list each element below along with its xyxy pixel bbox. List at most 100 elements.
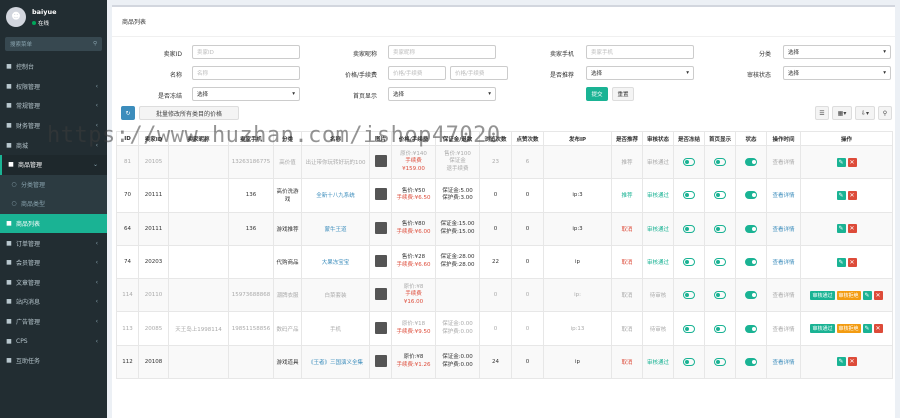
goods-thumbnail[interactable]	[374, 155, 387, 168]
freeze-toggle[interactable]	[683, 324, 695, 333]
goods-thumbnail[interactable]	[374, 354, 387, 367]
trash-icon[interactable]: ✕	[873, 324, 883, 334]
submit-button[interactable]: 提交	[586, 87, 608, 101]
approve-button[interactable]: 审核通过	[810, 324, 835, 334]
home-show-toggle[interactable]	[714, 191, 726, 200]
sidebar-item-5[interactable]: ■ 商品管理 ⌄	[0, 154, 107, 175]
table-row[interactable]: 74 20203 代购商品 大果冻宝宝 售价:¥28 手续费:¥6.60 保证金:28.00…	[116, 244, 893, 280]
column-header[interactable]: 点赞次数	[511, 131, 544, 146]
edit-icon[interactable]: ✎	[836, 157, 846, 167]
reject-button[interactable]: 审核拒绝	[836, 290, 861, 300]
freeze-toggle[interactable]	[683, 291, 695, 300]
home-show-toggle[interactable]	[714, 324, 726, 333]
trash-icon[interactable]: ✕	[873, 290, 883, 300]
seller-name-input[interactable]: 卖家昵称	[388, 45, 496, 59]
sidebar-search-input[interactable]: 搜索菜单	[10, 40, 32, 48]
edit-icon[interactable]: ✎	[862, 290, 872, 300]
batch-price-button[interactable]: 批量修改所有类目的价格	[139, 106, 239, 120]
column-header[interactable]: 是否推荐	[611, 131, 643, 146]
edit-icon[interactable]: ✎	[836, 224, 846, 234]
edit-icon[interactable]: ✎	[836, 357, 846, 367]
sidebar-item-13[interactable]: ■ 广告管理 ‹	[0, 312, 107, 332]
status-toggle[interactable]	[745, 224, 757, 233]
home-show-toggle[interactable]	[714, 224, 726, 233]
home-show-select[interactable]: 选择 ▾	[388, 87, 496, 101]
reset-button[interactable]: 重置	[612, 87, 634, 101]
status-toggle[interactable]	[745, 191, 757, 200]
refresh-button[interactable]: ↻	[121, 106, 135, 120]
name-input[interactable]: 名称	[192, 66, 300, 80]
export-button[interactable]: ⇩▾	[855, 106, 875, 120]
list-view-button[interactable]: ☰	[815, 106, 829, 120]
price-to-input[interactable]: 价格/手续费	[450, 66, 508, 80]
price-from-input[interactable]: 价格/手续费	[388, 66, 446, 80]
seller-id-input[interactable]: 卖家ID	[192, 45, 300, 59]
sidebar-item-9[interactable]: ■ 订单管理 ‹	[0, 233, 107, 253]
status-toggle[interactable]	[745, 357, 757, 366]
edit-icon[interactable]: ✎	[862, 324, 872, 334]
trash-icon[interactable]: ✕	[847, 224, 857, 234]
trash-icon[interactable]: ✕	[847, 257, 857, 267]
search-toggle-button[interactable]: ⚲	[878, 106, 892, 120]
edit-icon[interactable]: ✎	[836, 190, 846, 200]
approve-button[interactable]: 审核通过	[810, 290, 835, 300]
trash-icon[interactable]: ✕	[847, 157, 857, 167]
table-row[interactable]: 70 20111 136 高价洗游戏 全新十八九系统 售价:¥50 手续费:¥6.50 保证金…	[116, 178, 893, 213]
status-toggle[interactable]	[745, 291, 757, 300]
status-toggle[interactable]	[745, 258, 757, 267]
table-row[interactable]: 64 20111 136 游戏推荐 蒙牛王道 售价:¥80 手续费:¥6.00 保证金:15.…	[116, 211, 893, 246]
home-show-toggle[interactable]	[714, 258, 726, 267]
frozen-select[interactable]: 选择 ▾	[192, 87, 300, 101]
seller-phone-input[interactable]: 卖家手机	[586, 45, 694, 59]
search-icon[interactable]: ⚲	[93, 41, 97, 47]
sidebar-item-8[interactable]: ■ 商品列表	[0, 213, 107, 234]
sidebar-item-10[interactable]: ■ 会员管理 ‹	[0, 253, 107, 273]
table-cell	[735, 178, 767, 213]
freeze-toggle[interactable]	[683, 158, 695, 167]
trash-icon[interactable]: ✕	[847, 190, 857, 200]
home-show-toggle[interactable]	[714, 291, 726, 300]
reject-button[interactable]: 审核拒绝	[836, 324, 861, 334]
sidebar-item-15[interactable]: ■ 互助任务	[0, 351, 107, 371]
goods-thumbnail[interactable]	[374, 321, 387, 334]
freeze-toggle[interactable]	[683, 224, 695, 233]
column-header[interactable]: 是否冻结	[673, 131, 705, 146]
sidebar-item-7[interactable]: ○ 商品类型	[0, 194, 107, 214]
category-select[interactable]: 选择 ▾	[783, 45, 891, 59]
sidebar-item-0[interactable]: ■ 控制台	[0, 57, 107, 77]
table-row[interactable]: 81 20105 13263186775 高价值 出让带你玩转好玩的100 原价:¥140…	[116, 144, 893, 180]
home-show-toggle[interactable]	[714, 357, 726, 366]
column-header[interactable]: 首页显示	[704, 131, 736, 146]
home-show-toggle[interactable]	[714, 158, 726, 167]
goods-thumbnail[interactable]	[374, 188, 387, 201]
table-row[interactable]: 114 20110 15973688868 潮牌衣服 白菜套装 原价:¥8 手续费 ¥16.0…	[116, 278, 893, 313]
column-header[interactable]: 审核状态	[642, 131, 674, 146]
sidebar-item-12[interactable]: ■ 站内消息 ‹	[0, 292, 107, 312]
sidebar-item-11[interactable]: ■ 文章管理 ‹	[0, 273, 107, 293]
table-row[interactable]: 113 20085 天王岛上1998114 19851158856 数码产品 手机 原价:¥…	[116, 311, 893, 346]
column-header[interactable]: 发布IP	[543, 131, 612, 146]
status-toggle[interactable]	[745, 324, 757, 333]
columns-button[interactable]: ▦▾	[832, 106, 852, 120]
column-header[interactable]: 操作时间	[766, 131, 801, 146]
recommend-select[interactable]: 选择 ▾	[586, 66, 694, 80]
sidebar-item-6[interactable]: ○ 分类管理	[0, 174, 107, 195]
sidebar-item-2[interactable]: ■ 常规管理 ‹	[0, 96, 107, 116]
goods-thumbnail[interactable]	[374, 221, 387, 234]
status-toggle[interactable]	[745, 158, 757, 167]
table-row[interactable]: 112 20108 游戏道具 《王者》三国演义全集 原价:¥8 手续费:¥1.26 保证金:…	[116, 344, 893, 380]
edit-icon[interactable]: ✎	[836, 257, 846, 267]
freeze-toggle[interactable]	[683, 258, 695, 267]
sidebar-item-14[interactable]: ■ CPS ‹	[0, 331, 107, 351]
sidebar-item-1[interactable]: ■ 权限管理 ‹	[0, 77, 107, 97]
column-header[interactable]: 操作	[800, 131, 893, 146]
audit-select[interactable]: 选择 ▾	[783, 66, 891, 80]
freeze-toggle[interactable]	[683, 357, 695, 366]
column-header[interactable]: 状态	[735, 131, 767, 146]
freeze-toggle[interactable]	[683, 191, 695, 200]
goods-thumbnail[interactable]	[374, 288, 387, 301]
goods-thumbnail[interactable]	[374, 255, 387, 268]
avatar[interactable]: ☻	[6, 7, 26, 27]
sidebar-search[interactable]: 搜索菜单 ⚲	[5, 37, 102, 51]
trash-icon[interactable]: ✕	[847, 357, 857, 367]
